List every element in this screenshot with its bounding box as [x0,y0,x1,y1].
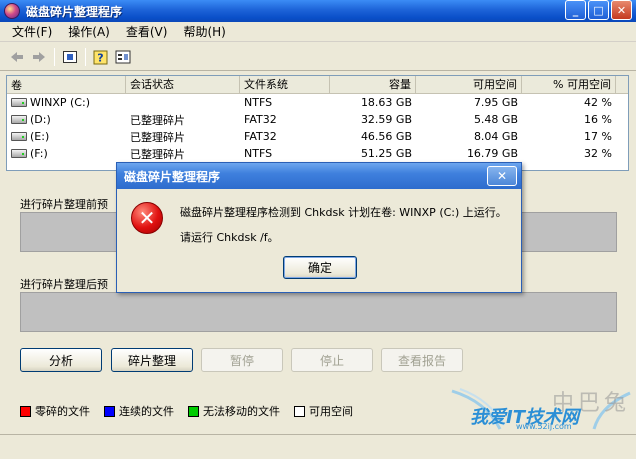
capacity: 18.63 GB [360,96,412,109]
menu-bar: 文件(F) 操作(A) 查看(V) 帮助(H) [0,22,636,42]
free-space: 8.04 GB [473,130,518,143]
view-report-button[interactable]: 查看报告 [381,348,463,372]
window-controls: _ □ ✕ [565,0,632,20]
properties-icon[interactable] [112,46,134,68]
legend-item: 连续的文件 [104,403,174,419]
free-percent: 17 % [584,130,612,143]
before-defrag-label: 进行碎片整理前预 [20,198,108,211]
console-tree-icon[interactable] [59,46,81,68]
capacity: 32.59 GB [360,113,412,126]
dialog-message-line2: 请运行 Chkdsk /f。 [180,231,279,244]
menu-action[interactable]: 操作(A) [60,23,118,40]
after-defrag-label: 进行碎片整理后预 [20,278,108,291]
watermark-chars: 中巴兔 [551,391,630,416]
minimize-button[interactable]: _ [565,0,586,20]
free-space: 7.95 GB [473,96,518,109]
legend-label: 无法移动的文件 [203,405,280,418]
dialog-title: 磁盘碎片整理程序 [124,169,221,184]
error-dialog: 磁盘碎片整理程序 ✕ ✕ 磁盘碎片整理程序检测到 Chkdsk 计划在卷: WI… [116,162,522,293]
free-space: 16.79 GB [466,147,518,160]
app-icon [4,3,20,19]
dialog-message-line1: 磁盘碎片整理程序检测到 Chkdsk 计划在卷: WINXP (C:) 上运行。 [180,206,507,219]
column-header-capacity[interactable]: 容量 [330,76,416,94]
after-defrag-display [20,292,617,332]
toolbar: ? [0,43,636,71]
dialog-title-bar: 磁盘碎片整理程序 ✕ [117,163,521,189]
table-row[interactable]: (E:) 已整理碎片 FAT32 46.56 GB 8.04 GB 17 % [7,128,628,145]
capacity: 46.56 GB [360,130,412,143]
table-row[interactable]: (F:) 已整理碎片 NTFS 51.25 GB 16.79 GB 32 % [7,145,628,162]
left-arrow-icon[interactable] [6,46,28,68]
column-header-free-space[interactable]: 可用空间 [416,76,522,94]
dialog-close-button[interactable]: ✕ [487,166,517,186]
volume-name: WINXP (C:) [30,96,90,109]
close-button[interactable]: ✕ [611,0,632,20]
watermark-logo: 中巴兔 我爱IT技术网 www.52ij.com [448,385,634,433]
error-icon: ✕ [131,202,163,234]
table-row[interactable]: (D:) 已整理碎片 FAT32 32.59 GB 5.48 GB 16 % [7,111,628,128]
drive-icon [11,115,27,124]
title-bar: 磁盘碎片整理程序 _ □ ✕ [0,0,636,22]
file-system: FAT32 [244,113,277,126]
legend: 零碎的文件 连续的文件 无法移动的文件 可用空间 [20,403,367,419]
defragment-button[interactable]: 碎片整理 [111,348,193,372]
drive-icon [11,132,27,141]
watermark-text: 我爱IT技术网 [470,407,579,428]
legend-swatch-free-space [294,405,305,417]
ok-button[interactable]: 确定 [283,256,357,279]
legend-label: 零碎的文件 [35,405,90,418]
stop-button[interactable]: 停止 [291,348,373,372]
help-icon[interactable]: ? [90,46,112,68]
legend-swatch-unmovable [188,405,199,417]
free-percent: 16 % [584,113,612,126]
legend-swatch-contiguous [104,405,115,417]
window-title: 磁盘碎片整理程序 [26,4,123,19]
drive-icon [11,98,27,107]
svg-text:?: ? [97,51,103,64]
free-percent: 32 % [584,147,612,160]
capacity: 51.25 GB [360,147,412,160]
file-system: FAT32 [244,130,277,143]
column-header-status[interactable]: 会话状态 [126,76,240,94]
column-header-volume[interactable]: 卷 [7,76,126,94]
legend-item: 可用空间 [294,403,353,419]
toolbar-separator [85,47,86,66]
toolbar-separator [54,47,55,66]
right-arrow-icon[interactable] [28,46,50,68]
volume-name: (E:) [30,130,50,143]
analyze-button[interactable]: 分析 [20,348,102,372]
session-status: 已整理碎片 [130,147,185,161]
watermark-url: www.52ij.com [516,422,572,431]
drive-icon [11,149,27,158]
legend-item: 零碎的文件 [20,403,90,419]
volume-name: (F:) [30,147,48,160]
file-system: NTFS [244,147,273,160]
volume-name: (D:) [30,113,51,126]
legend-label: 可用空间 [309,405,353,418]
free-space: 5.48 GB [473,113,518,126]
legend-item: 无法移动的文件 [188,403,280,419]
column-header-free-percent[interactable]: % 可用空间 [522,76,616,94]
column-header-filesystem[interactable]: 文件系统 [240,76,330,94]
legend-label: 连续的文件 [119,405,174,418]
file-system: NTFS [244,96,273,109]
free-percent: 42 % [584,96,612,109]
menu-help[interactable]: 帮助(H) [175,23,233,40]
volume-list-header: 卷 会话状态 文件系统 容量 可用空间 % 可用空间 [7,76,628,94]
menu-view[interactable]: 查看(V) [118,23,176,40]
session-status: 已整理碎片 [130,113,185,127]
legend-swatch-fragmented [20,405,31,417]
maximize-button[interactable]: □ [588,0,609,20]
menu-file[interactable]: 文件(F) [4,23,60,40]
session-status: 已整理碎片 [130,130,185,144]
status-bar [0,434,636,459]
table-row[interactable]: WINXP (C:) NTFS 18.63 GB 7.95 GB 42 % [7,94,628,111]
pause-button[interactable]: 暂停 [201,348,283,372]
volume-list: 卷 会话状态 文件系统 容量 可用空间 % 可用空间 WINXP (C:) NT… [6,75,629,171]
